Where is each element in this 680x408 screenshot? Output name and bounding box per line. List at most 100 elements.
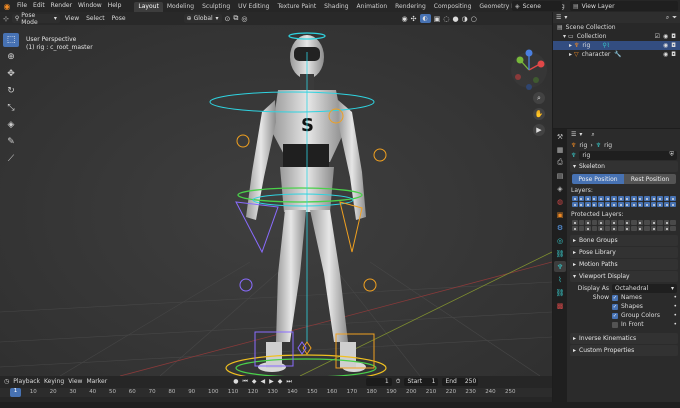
layer-toggle[interactable] [611,196,617,201]
panel-viewport-display[interactable]: ▾ Viewport Display [570,271,678,282]
tab-texture-paint[interactable]: Texture Paint [273,2,320,12]
protected-layers-grid-row2[interactable] [572,226,676,231]
layer-toggle[interactable] [637,220,644,225]
menu-marker[interactable]: Marker [86,378,107,385]
menu-view[interactable]: View [63,15,81,22]
menu-help[interactable]: Help [105,0,125,12]
texture-tab-icon[interactable]: ▩ [554,300,566,311]
layer-toggle[interactable] [598,220,604,225]
armature-data-tab-icon[interactable]: ♆ [554,261,566,272]
menu-render[interactable]: Render [48,0,75,12]
3d-viewport[interactable]: S ⊹ ⚲ Pose Mode ▾ View Select Pose ⊕ Glo… [0,12,552,376]
fake-user-icon[interactable]: ⛨ [669,151,674,159]
layer-toggle[interactable] [670,226,676,231]
properties-editor-icon[interactable]: ☰ [571,131,576,138]
xray-icon[interactable]: ▣ [434,15,441,23]
layer-toggle[interactable] [663,196,670,201]
layer-toggle[interactable] [650,196,657,201]
physics-tab-icon[interactable]: ◎ [554,235,566,246]
layer-toggle[interactable] [657,196,663,201]
view-layer-selector[interactable]: ▤ View Layer [570,1,678,11]
layer-toggle[interactable] [631,220,637,225]
layer-toggle[interactable] [585,196,591,201]
layer-toggle[interactable] [663,226,670,231]
layer-toggle[interactable] [598,196,604,201]
layer-toggle[interactable] [572,220,578,225]
overlays-toggle[interactable]: ◐ [419,14,431,23]
output-tab-icon[interactable]: ⎙ [554,157,566,168]
layer-toggle[interactable] [644,226,650,231]
menu-pose[interactable]: Pose [110,15,128,22]
panel-pose-library[interactable]: ▸ Pose Library [570,247,678,258]
pan-hand-icon[interactable]: ✋ [533,108,545,120]
panel-bone-groups[interactable]: ▸ Bone Groups [570,235,678,246]
constraints-tab-icon[interactable]: ⛓ [554,248,566,259]
jump-end-icon[interactable]: ⏭ [286,378,291,386]
layer-toggle[interactable] [598,202,604,207]
layer-toggle[interactable] [637,196,644,201]
layer-toggle[interactable] [611,220,617,225]
chevron-right-icon[interactable]: ▸ [569,51,572,58]
scale-icon[interactable]: ⤡ [3,101,19,115]
layer-toggle[interactable] [663,202,670,207]
layer-toggle[interactable] [670,196,676,201]
layer-toggle[interactable] [650,202,657,207]
timeline-editor-icon[interactable]: ◷ [4,378,9,385]
proportional-edit-icon[interactable]: ◎ [241,15,247,23]
layer-toggle[interactable] [657,220,663,225]
current-frame-field[interactable]: 1 [365,377,392,386]
chevron-down-icon[interactable]: ▾ [564,14,567,21]
layer-toggle[interactable] [650,226,657,231]
chevron-right-icon[interactable]: ▸ [569,42,572,49]
panel-inverse-kinematics[interactable]: ▸ Inverse Kinematics [570,333,678,344]
group-colors-checkbox[interactable]: ✓ [612,312,618,319]
outliner-row-rig[interactable]: ▸ ♆ rig ⚲ ⌇ ◉ ◘ [553,41,680,50]
eye-icon[interactable]: ◉ [663,51,668,58]
layer-toggle[interactable] [572,226,578,231]
outliner-editor-icon[interactable]: ☰ [556,14,561,21]
layer-toggle[interactable] [578,220,585,225]
rotate-icon[interactable]: ↻ [3,84,19,98]
zoom-icon[interactable]: ⌕ [533,92,545,104]
menu-file[interactable]: File [14,0,30,12]
layer-toggle[interactable] [624,226,631,231]
cursor-icon[interactable]: ⊕ [3,50,19,64]
layer-toggle[interactable] [604,220,611,225]
rest-position-button[interactable]: Rest Position [624,174,676,184]
camera-icon[interactable]: ◘ [671,51,676,58]
mode-selector[interactable]: ⚲ Pose Mode ▾ [11,12,60,26]
camera-icon[interactable]: ◘ [671,33,676,40]
play-icon[interactable]: ▶ [269,378,274,385]
checkbox-icon[interactable]: ☑ [655,33,660,40]
tab-layout[interactable]: Layout [134,1,163,12]
filter-search-icon[interactable]: ⌕ [666,14,669,22]
end-frame-field[interactable]: End 250 [442,377,479,386]
layer-toggle[interactable] [572,202,578,207]
layer-toggle[interactable] [670,202,676,207]
prev-keyframe-icon[interactable]: ◆ [252,378,257,385]
snap-icon[interactable]: ⧉ [233,14,238,23]
transform-icon[interactable]: ◈ [3,118,19,132]
visibility-icon[interactable]: ◉ [402,15,408,23]
scene-selector[interactable]: ◈ Scene [512,1,562,11]
render-tab-icon[interactable]: ▦ [554,144,566,155]
protected-layers-grid[interactable] [572,220,676,225]
layer-toggle[interactable] [585,220,591,225]
scene-tab-icon[interactable]: ◈ [554,183,566,194]
view-layer-tab-icon[interactable]: ▤ [554,170,566,181]
menu-edit[interactable]: Edit [30,0,48,12]
layers-grid[interactable] [572,196,676,201]
layer-toggle[interactable] [591,220,598,225]
layer-toggle[interactable] [644,220,650,225]
shading-material-icon[interactable]: ◑ [462,15,468,23]
tab-rendering[interactable]: Rendering [391,2,430,12]
shading-rendered-icon[interactable]: ○ [471,15,477,23]
layer-toggle[interactable] [591,196,598,201]
layer-toggle[interactable] [617,226,624,231]
modifier-tab-icon[interactable]: ⚙ [554,222,566,233]
editor-type-icon[interactable]: ⊹ [3,15,9,23]
layer-toggle[interactable] [631,226,637,231]
panel-custom-properties[interactable]: ▸ Custom Properties [570,345,678,356]
keyframe-dot-icon[interactable]: • [673,303,677,310]
bone-tab-icon[interactable]: ⌇ [554,274,566,285]
